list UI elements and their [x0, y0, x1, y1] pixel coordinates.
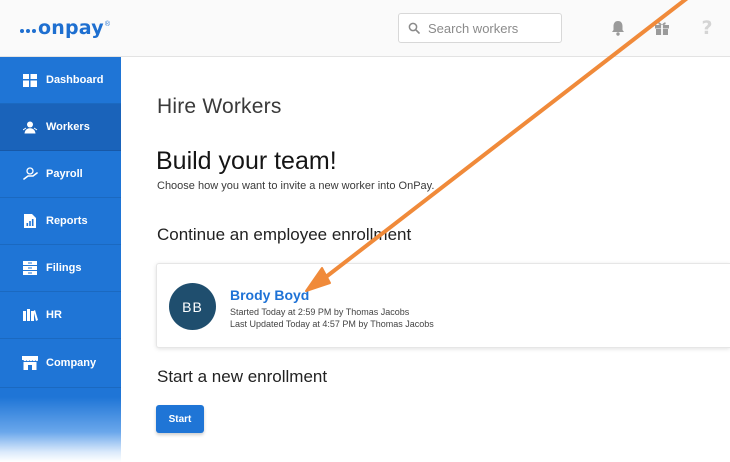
sidebar-item-label: Reports	[46, 215, 88, 227]
main-content: Hire Workers Build your team! Choose how…	[121, 57, 730, 462]
search-icon	[408, 22, 420, 34]
new-enrollment-heading: Start a new enrollment	[157, 367, 328, 386]
worker-name-link[interactable]: Brody Boyd	[230, 287, 309, 303]
logo-registered-mark: ®	[104, 20, 110, 28]
help-button[interactable]: ?	[695, 16, 719, 40]
hero-title: Build your team!	[156, 147, 337, 175]
page-title: Hire Workers	[157, 95, 282, 118]
sidebar-item-company[interactable]: Company	[0, 339, 121, 388]
avatar: BB	[169, 283, 216, 330]
sidebar-item-reports[interactable]: Reports	[0, 198, 121, 245]
workers-icon	[22, 119, 38, 135]
sidebar-item-label: HR	[46, 309, 62, 321]
sidebar-item-label: Workers	[46, 121, 90, 133]
filings-icon	[22, 260, 38, 276]
gift-button[interactable]	[650, 16, 674, 40]
logo-dots-icon	[20, 29, 36, 33]
sidebar-item-label: Dashboard	[46, 74, 104, 86]
start-button[interactable]: Start	[156, 405, 204, 433]
hero-subtitle: Choose how you want to invite a new work…	[157, 180, 435, 192]
notifications-button[interactable]	[606, 16, 630, 40]
top-bar: onpay ® ?	[0, 0, 730, 57]
help-icon: ?	[701, 17, 713, 39]
logo-text: onpay	[38, 17, 104, 39]
sidebar-item-label: Filings	[46, 262, 82, 274]
bell-icon	[612, 21, 624, 36]
onpay-logo[interactable]: onpay ®	[20, 14, 110, 42]
search-input[interactable]	[428, 20, 553, 36]
reports-icon	[22, 213, 38, 229]
payroll-icon	[22, 166, 38, 182]
search-box[interactable]	[398, 13, 562, 43]
hr-icon	[22, 307, 38, 323]
sidebar: Dashboard Workers Payroll Reports Filing…	[0, 57, 121, 462]
gift-icon	[655, 22, 669, 35]
enrollment-started-text: Started Today at 2:59 PM by Thomas Jacob…	[230, 307, 410, 317]
dashboard-icon	[22, 72, 38, 88]
sidebar-item-label: Payroll	[46, 168, 83, 180]
enrollment-card[interactable]: BB Brody Boyd Started Today at 2:59 PM b…	[156, 263, 730, 348]
sidebar-item-dashboard[interactable]: Dashboard	[0, 57, 121, 104]
sidebar-item-label: Company	[46, 357, 97, 369]
sidebar-item-payroll[interactable]: Payroll	[0, 151, 121, 198]
enrollment-updated-text: Last Updated Today at 4:57 PM by Thomas …	[230, 319, 434, 329]
continue-enrollment-heading: Continue an employee enrollment	[157, 225, 412, 244]
sidebar-item-hr[interactable]: HR	[0, 292, 121, 339]
sidebar-item-filings[interactable]: Filings	[0, 245, 121, 292]
company-icon	[22, 355, 38, 371]
sidebar-item-workers[interactable]: Workers	[0, 104, 121, 151]
